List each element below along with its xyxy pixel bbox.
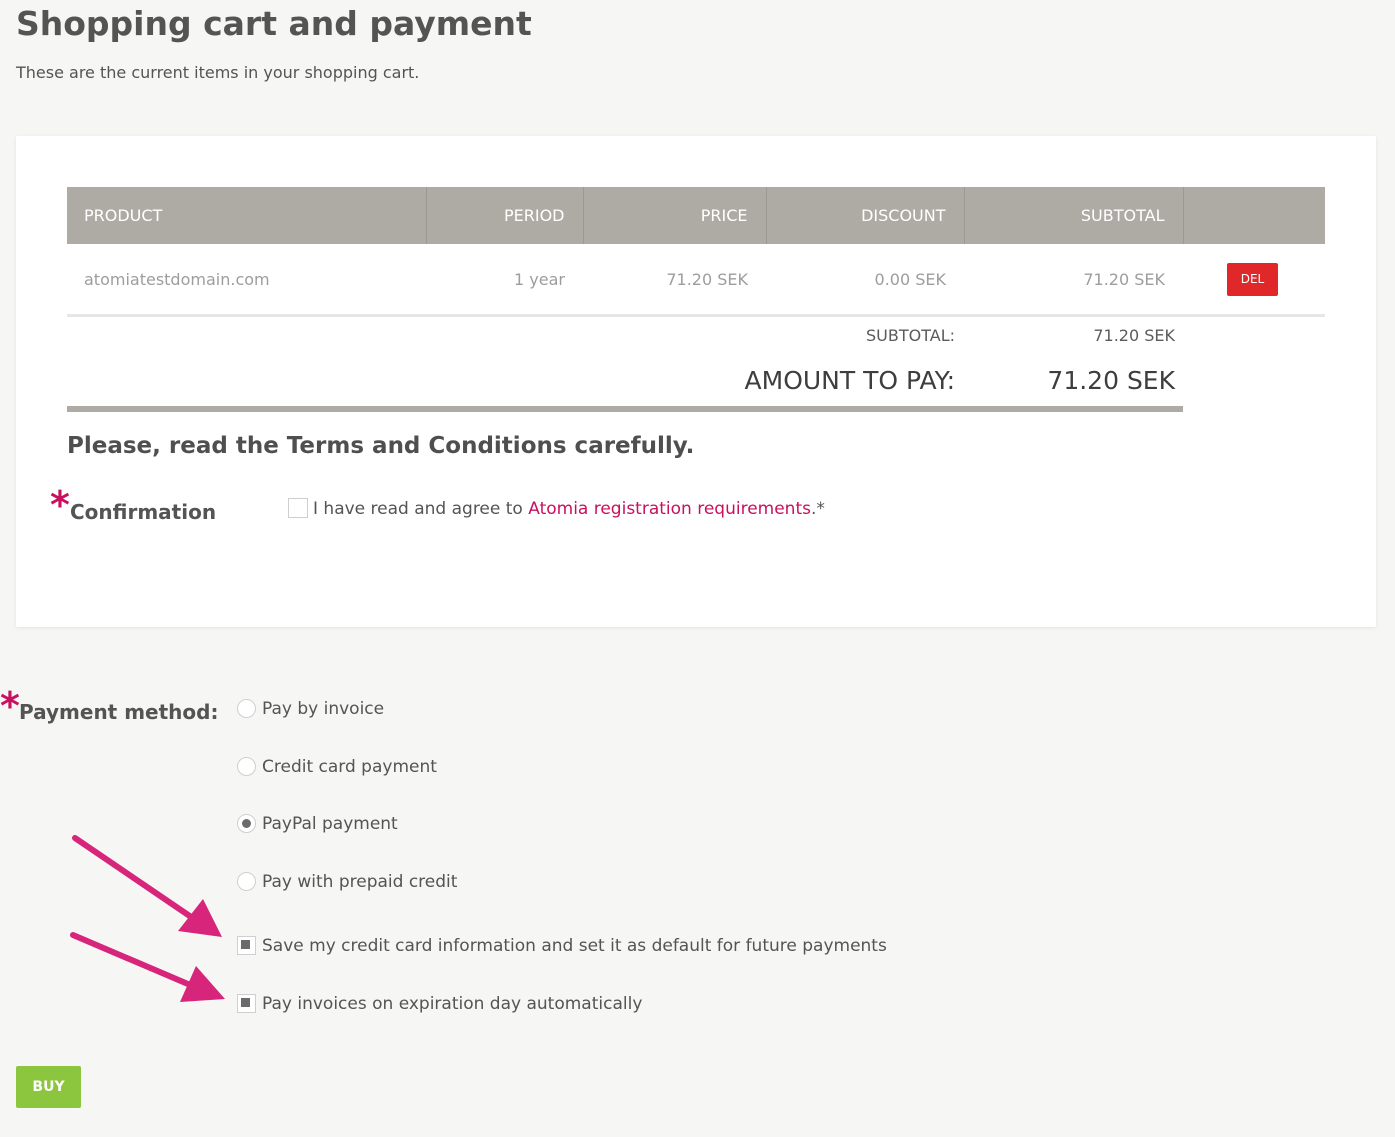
amount-to-pay-value: 71.20 SEK [1047,366,1175,395]
auto-pay-label: Pay invoices on expiration day automatic… [262,994,643,1014]
radio-paypal[interactable] [237,814,256,833]
auto-pay-checkbox[interactable] [237,994,256,1013]
confirmation-label: Confirmation [70,500,217,524]
radio-prepaid-credit[interactable] [237,872,256,891]
terms-agree-prefix: I have read and agree to [313,499,529,519]
column-header-product: PRODUCT [67,187,427,244]
option-label-credit-card: Credit card payment [262,757,437,777]
terms-link[interactable]: Atomia registration requirements [528,499,811,519]
terms-heading: Please, read the Terms and Conditions ca… [67,433,695,459]
arrow-to-auto-pay-icon [70,932,225,1002]
subtotal-value: 71.20 SEK [1093,326,1175,345]
save-card-checkbox[interactable] [237,936,256,955]
table-row: atomiatestdomain.com 1 year 71.20 SEK 0.… [67,244,1325,317]
arrow-to-save-card-icon [72,835,222,937]
subtotal-label: SUBTOTAL: [866,326,955,345]
amount-to-pay-label: AMOUNT TO PAY: [744,366,955,395]
option-label-paypal: PayPal payment [262,814,398,834]
column-header-price: PRICE [583,187,767,244]
cell-discount: 0.00 SEK [766,244,964,317]
radio-credit-card[interactable] [237,757,256,776]
cell-product: atomiatestdomain.com [67,244,426,317]
cell-subtotal: 71.20 SEK [964,244,1183,317]
required-asterisk-icon: * [50,483,70,527]
page-title: Shopping cart and payment [16,4,532,43]
column-header-subtotal: SUBTOTAL [964,187,1184,244]
cell-price: 71.20 SEK [583,244,766,317]
required-asterisk-icon: * [0,684,20,728]
payment-method-label: Payment method: [19,700,219,724]
column-header-discount: DISCOUNT [766,187,965,244]
page-intro: These are the current items in your shop… [16,63,420,82]
radio-pay-by-invoice[interactable] [237,699,256,718]
cell-period: 1 year [426,244,583,317]
terms-agree-text: I have read and agree to Atomia registra… [313,499,825,519]
totals-divider [67,406,1183,412]
option-label-prepaid-credit: Pay with prepaid credit [262,872,458,892]
column-header-period: PERIOD [426,187,584,244]
option-label-pay-by-invoice: Pay by invoice [262,699,385,719]
save-card-label: Save my credit card information and set … [262,936,887,956]
cart-header-row: PRODUCT PERIOD PRICE DISCOUNT SUBTOTAL [67,187,1325,244]
cart-table: PRODUCT PERIOD PRICE DISCOUNT SUBTOTAL a… [67,187,1325,317]
buy-button[interactable]: BUY [16,1066,81,1108]
terms-agree-suffix: .* [810,499,825,519]
cart-card: PRODUCT PERIOD PRICE DISCOUNT SUBTOTAL a… [16,136,1376,627]
column-header-actions [1183,187,1325,244]
terms-checkbox[interactable] [288,498,308,518]
cell-actions: DEL [1183,244,1325,317]
delete-item-button[interactable]: DEL [1227,262,1278,296]
